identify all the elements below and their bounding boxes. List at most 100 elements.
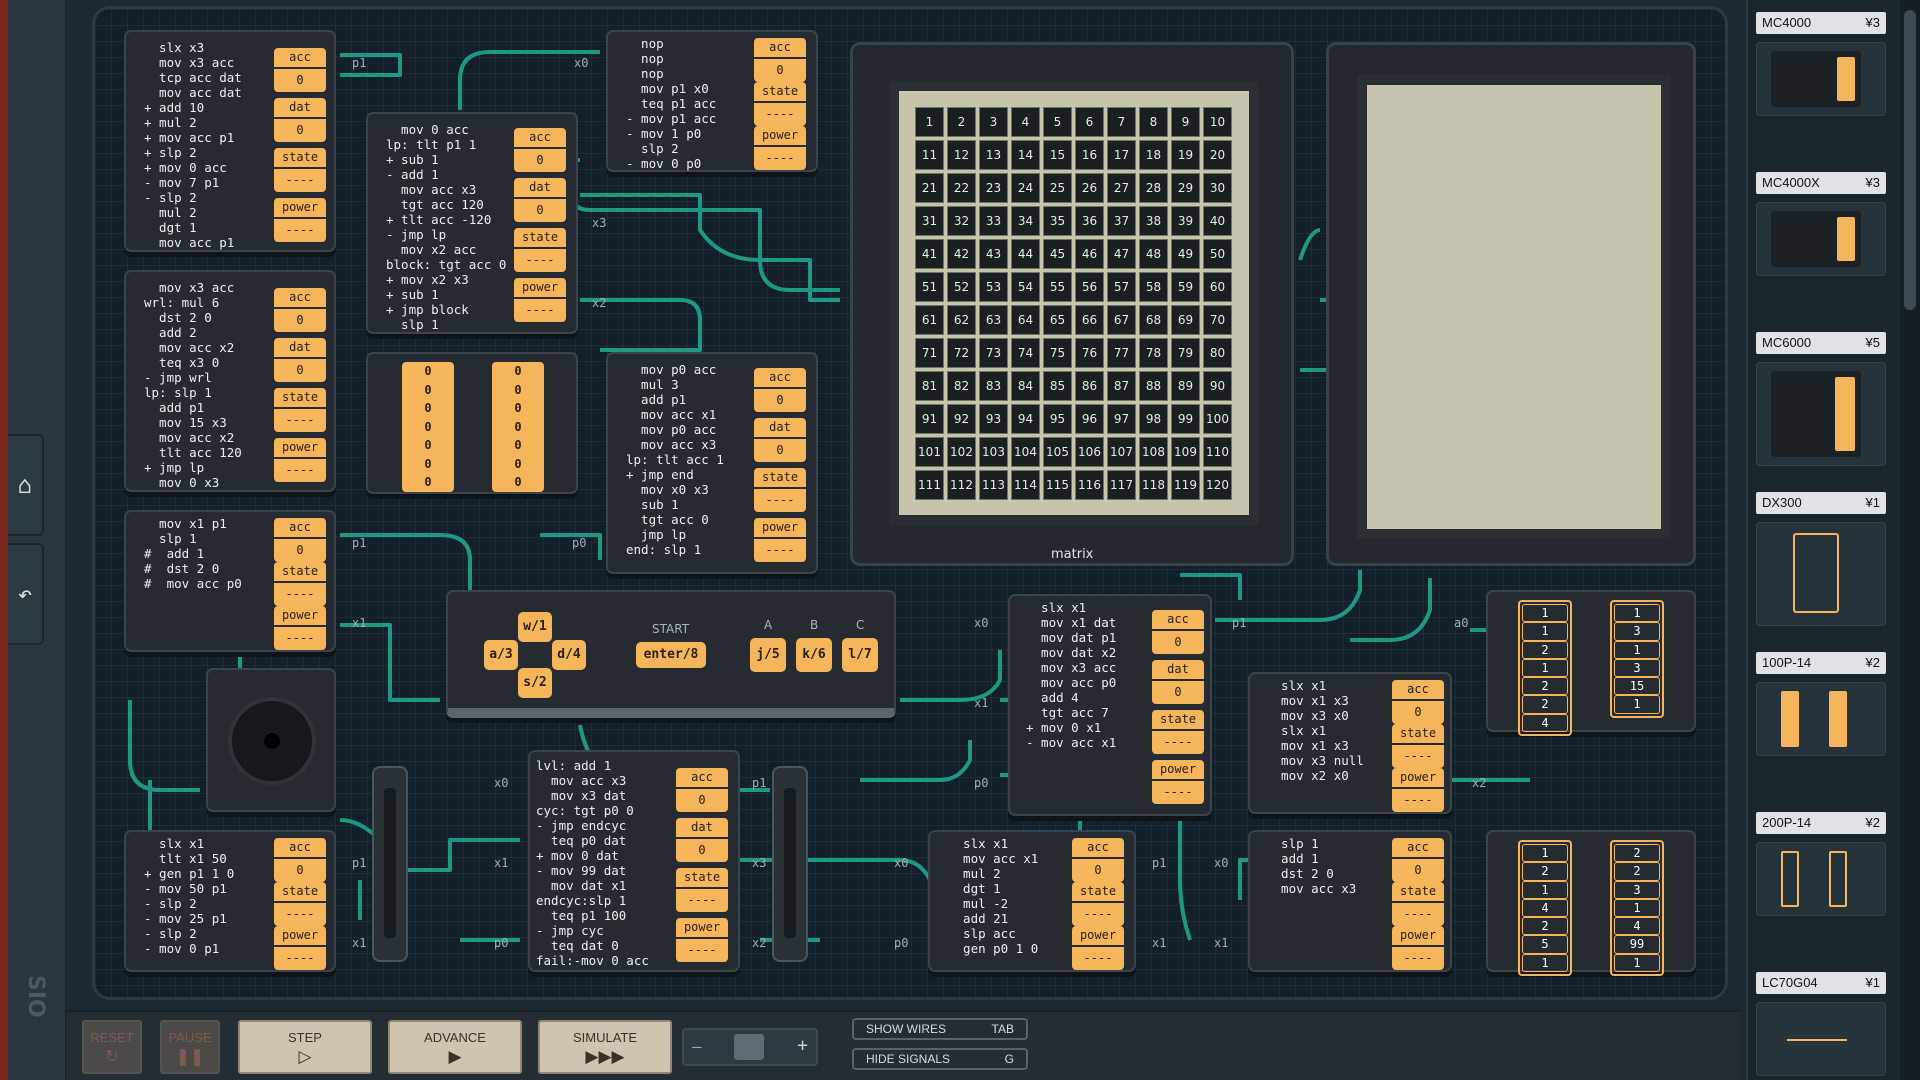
pause-button[interactable]: PAUSE ❚❚	[160, 1020, 220, 1074]
matrix-cell: 61	[915, 305, 944, 335]
chip-code[interactable]: mov p0 acc mul 3 add p1 mov acc x1 mov p…	[626, 362, 724, 557]
bridge-1[interactable]	[372, 766, 408, 962]
key-a[interactable]: j/5	[750, 638, 786, 672]
matrix-cell: 2	[947, 107, 976, 137]
matrix-cell: 7	[1107, 107, 1136, 137]
matrix-cell: 1	[915, 107, 944, 137]
reset-button[interactable]: RESET ↻	[82, 1020, 142, 1074]
chip-code[interactable]: mov x3 acc wrl: mul 6 dst 2 0 add 2 mov …	[144, 280, 242, 490]
mc6000-chip-6[interactable]: mov x1 p1 slp 1 # add 1 # dst 2 0 # mov …	[124, 510, 336, 652]
key-left[interactable]: a/3	[484, 640, 518, 670]
matrix-cell: 102	[947, 437, 976, 467]
key-down[interactable]: s/2	[518, 668, 552, 698]
chip-code[interactable]: slp 1 add 1 dst 2 0 mov acc x3	[1266, 836, 1356, 896]
show-wires-toggle[interactable]: SHOW WIRES TAB	[852, 1018, 1028, 1040]
mc6000-chip-8[interactable]: lvl: add 1 mov acc x3 mov x3 dat cyc: tg…	[528, 750, 740, 972]
chip-code[interactable]: slx x1 mov acc x1 mul 2 dgt 1 mul -2 add…	[948, 836, 1038, 956]
part-price: ¥1	[1865, 975, 1880, 990]
mc6000-chip-10[interactable]: slx x1 mov x1 dat mov dat p1 mov dat x2 …	[1008, 594, 1212, 816]
mc6000-chip-7[interactable]: slx x1 tlt x1 50 + gen p1 1 0 - mov 50 p…	[124, 830, 336, 972]
matrix-cell: 72	[947, 338, 976, 368]
buzzer[interactable]	[206, 668, 336, 812]
simulate-button[interactable]: SIMULATE ▶▶▶	[538, 1020, 672, 1074]
dat-value: 0	[676, 839, 728, 862]
slider-thumb[interactable]	[734, 1034, 764, 1060]
acc-value: 0	[754, 59, 806, 82]
power-label: power	[754, 126, 806, 145]
sidebar-scroll-thumb[interactable]	[1904, 10, 1916, 310]
state-label: state	[754, 82, 806, 101]
mc6000-chip-2[interactable]: mov 0 acc lp: tlt p1 1 + sub 1 - add 1 m…	[366, 112, 578, 334]
part-dx300[interactable]: DX300 ¥1	[1756, 492, 1886, 626]
chip-code[interactable]: slx x3 mov x3 acc tcp acc dat mov acc da…	[144, 40, 242, 250]
ram-chip[interactable]: 0 0 0 0 0 0 0 0 0 0 0 0 0 0	[366, 352, 578, 494]
dat-value: 0	[1152, 681, 1204, 704]
mc6000-chip-12[interactable]: slp 1 add 1 dst 2 0 mov acc x3 acc 0 stat…	[1248, 830, 1452, 972]
rom-chip-1[interactable]: 1121224 1 3 1 3 15 1	[1486, 590, 1696, 737]
undo-button[interactable]: ↶	[8, 543, 44, 645]
matrix-cell: 99	[1171, 404, 1200, 434]
chip-code[interactable]: slx x1 mov x1 x3 mov x3 x0 slx x1 mov x1…	[1266, 678, 1364, 783]
matrix-display[interactable]: 1 2 3 4 5 6 7 8 9 10 11 12 13 14 15 16 17 18 19 20 21 22 23 24 2…	[850, 42, 1294, 566]
pin-label: p0	[572, 536, 587, 550]
chip-code[interactable]: slx x1 mov x1 dat mov dat p1 mov dat x2 …	[1026, 600, 1116, 750]
mc6000-chip-9[interactable]: slx x1 mov acc x1 mul 2 dgt 1 mul -2 add…	[928, 830, 1136, 972]
ram-cell: 0	[514, 419, 522, 434]
matrix-cell: 103	[979, 437, 1008, 467]
power-label: power	[1392, 926, 1444, 945]
part-mc4000[interactable]: MC4000 ¥3	[1756, 12, 1886, 116]
matrix-cell: 81	[915, 371, 944, 401]
key-start[interactable]: enter/8	[636, 642, 706, 668]
part-200p-14[interactable]: 200P-14 ¥2	[1756, 812, 1886, 916]
matrix-cell: 74	[1011, 338, 1040, 368]
simulate-icon: ▶▶▶	[585, 1047, 625, 1066]
speed-slider[interactable]: – +	[682, 1028, 818, 1066]
acc-label: acc	[274, 838, 326, 857]
part-mc4000x[interactable]: MC4000X ¥3	[1756, 172, 1886, 276]
mc6000-chip-1[interactable]: slx x3 mov x3 acc tcp acc dat mov acc da…	[124, 30, 336, 252]
matrix-cell: 109	[1171, 437, 1200, 467]
mc6000-chip-5[interactable]: mov p0 acc mul 3 add p1 mov acc x1 mov p…	[606, 352, 818, 574]
home-button[interactable]: ⌂	[8, 434, 44, 536]
part-mc6000[interactable]: MC6000 ¥5	[1756, 332, 1886, 466]
minus-icon[interactable]: –	[692, 1037, 702, 1056]
part-lc70g04[interactable]: LC70G04 ¥1	[1756, 972, 1886, 1076]
chip-code[interactable]: mov 0 acc lp: tlt p1 1 + sub 1 - add 1 m…	[386, 122, 506, 332]
key-c[interactable]: l/7	[842, 638, 878, 672]
part-100p-14[interactable]: 100P-14 ¥2	[1756, 652, 1886, 756]
matrix-cell: 46	[1075, 239, 1104, 269]
power-value: ----	[1392, 947, 1444, 970]
pin-label: x2	[592, 296, 607, 310]
mc6000-chip-3[interactable]: nop nop nop mov p1 x0 teq p1 acc - mov p…	[606, 30, 818, 172]
part-name: MC4000X	[1762, 175, 1820, 190]
chip-code[interactable]: lvl: add 1 mov acc x3 mov x3 dat cyc: tg…	[536, 758, 649, 968]
matrix-cell: 82	[947, 371, 976, 401]
matrix-cell: 52	[947, 272, 976, 302]
lcd-display[interactable]	[1326, 42, 1696, 566]
bridge-2[interactable]	[772, 766, 808, 962]
key-up[interactable]: w/1	[518, 612, 552, 642]
matrix-cell: 56	[1075, 272, 1104, 302]
matrix-cell: 22	[947, 173, 976, 203]
mc6000-chip-4[interactable]: mov x3 acc wrl: mul 6 dst 2 0 add 2 mov …	[124, 270, 336, 492]
hide-signals-toggle[interactable]: HIDE SIGNALS G	[852, 1048, 1028, 1070]
rom-chip-2[interactable]: 1214251 2 2 3 1 4 99 1	[1486, 830, 1696, 977]
key-b[interactable]: k/6	[796, 638, 832, 672]
matrix-cell: 112	[947, 470, 976, 500]
matrix-cell: 33	[979, 206, 1008, 236]
matrix-cell: 40	[1203, 206, 1232, 236]
hide-signals-key: G	[1004, 1052, 1014, 1066]
key-right[interactable]: d/4	[552, 640, 586, 670]
matrix-cell: 16	[1075, 140, 1104, 170]
step-button[interactable]: STEP ▷	[238, 1020, 372, 1074]
mc6000-chip-11[interactable]: slx x1 mov x1 x3 mov x3 x0 slx x1 mov x1…	[1248, 672, 1452, 814]
plus-icon[interactable]: +	[797, 1035, 808, 1056]
chip-code[interactable]: mov x1 p1 slp 1 # add 1 # dst 2 0 # mov …	[144, 516, 242, 591]
matrix-cell: 6	[1075, 107, 1104, 137]
chip-code[interactable]: slx x1 tlt x1 50 + gen p1 1 0 - mov 50 p…	[144, 836, 234, 956]
advance-button[interactable]: ADVANCE ▶	[388, 1020, 522, 1074]
state-value: ----	[754, 103, 806, 126]
chip-code[interactable]: nop nop nop mov p1 x0 teq p1 acc - mov p…	[626, 36, 716, 171]
part-name: LC70G04	[1762, 975, 1818, 990]
keypad[interactable]: w/1 a/3 d/4 s/2 START enter/8 A B C j/5 …	[446, 590, 896, 718]
